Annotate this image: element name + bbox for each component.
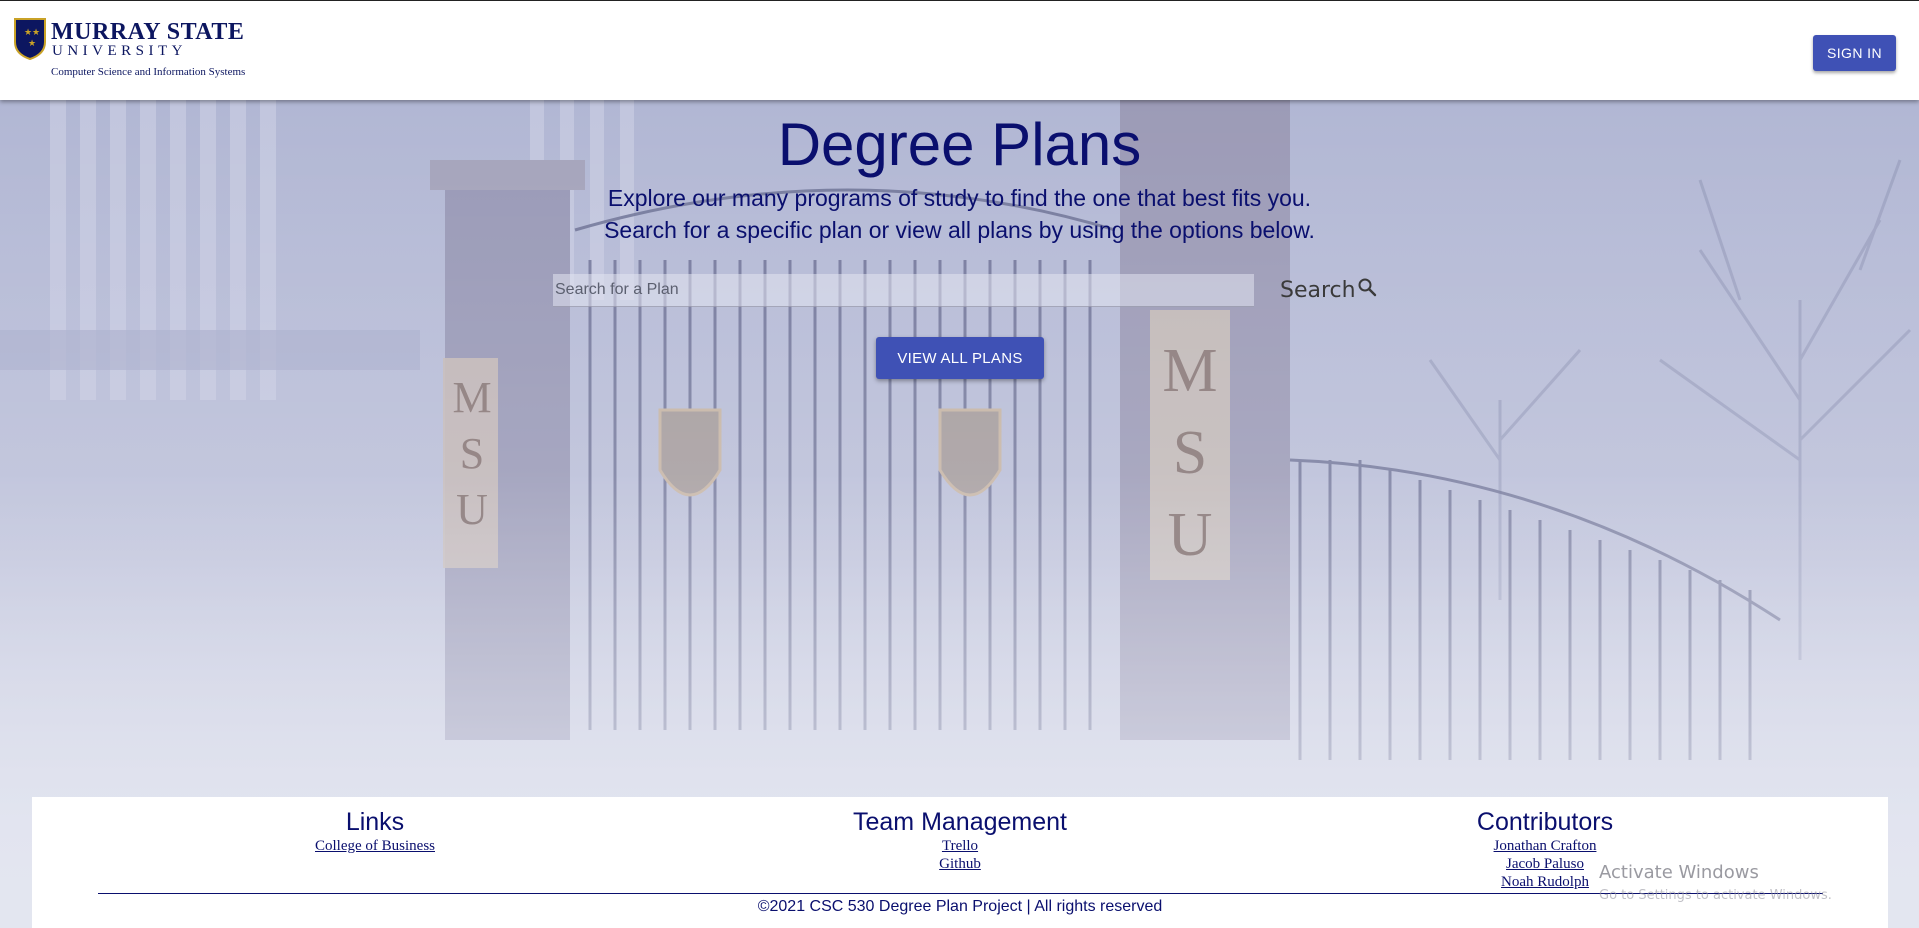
link-college-of-business[interactable]: College of Business	[225, 837, 525, 855]
top-app-bar: ★ ★ ★ MURRAY STATE UNIVERSITY Computer S…	[0, 0, 1919, 100]
page-title: Degree Plans	[777, 111, 1142, 178]
footer-team-heading: Team Management	[852, 808, 1067, 836]
footer-contributors-column: Contributors Jonathan Crafton Jacob Palu…	[1395, 807, 1695, 891]
link-contributor-jonathan-crafton[interactable]: Jonathan Crafton	[1395, 837, 1695, 855]
search-icon	[1358, 278, 1376, 297]
sign-in-button[interactable]: SIGN IN	[1813, 35, 1896, 71]
search-button[interactable]: Search	[1280, 272, 1380, 308]
banner-letter: M	[1162, 337, 1218, 405]
footer-links-column: Links College of Business	[225, 807, 525, 855]
footer-contributors-heading: Contributors	[1476, 808, 1614, 836]
pillar-banner-left: M S U	[447, 370, 497, 538]
banner-letter: U	[1167, 501, 1213, 569]
footer: Links College of Business Team Managemen…	[32, 797, 1888, 928]
pillar-banner-right: M S U	[1150, 330, 1230, 576]
logo-department: Computer Science and Information Systems	[51, 66, 246, 78]
link-contributor-jacob-paluso[interactable]: Jacob Paluso	[1395, 855, 1695, 873]
footer-divider	[98, 893, 1823, 894]
shield-logo-icon: ★ ★ ★	[14, 18, 46, 60]
svg-text:★: ★	[28, 39, 36, 49]
search-plan-input[interactable]	[553, 274, 1254, 307]
hero-description-line-1: Explore our many programs of study to fi…	[607, 185, 1312, 211]
link-trello[interactable]: Trello	[810, 837, 1110, 855]
hero-description-line-2: Search for a specific plan or view all p…	[604, 217, 1315, 243]
logo-subtitle: UNIVERSITY	[52, 43, 187, 59]
link-contributor-noah-rudolph[interactable]: Noah Rudolph	[1395, 873, 1695, 891]
university-logo[interactable]: ★ ★ ★ MURRAY STATE UNIVERSITY Computer S…	[14, 18, 304, 84]
banner-letter: U	[456, 485, 488, 534]
banner-letter: M	[452, 373, 492, 422]
svg-text:★: ★	[32, 28, 40, 38]
copyright-text: ©2021 CSC 530 Degree Plan Project | All …	[757, 898, 1163, 915]
search-button-label: Search	[1280, 277, 1356, 303]
svg-text:★: ★	[24, 28, 32, 38]
page: M S U M S U ★ ★ ★ MURRAY STATE UNIVERSIT…	[0, 0, 1919, 928]
banner-letter: S	[1172, 419, 1208, 487]
link-github[interactable]: Github	[810, 855, 1110, 873]
banner-letter: S	[459, 429, 485, 478]
footer-links-heading: Links	[345, 808, 405, 836]
view-all-plans-button[interactable]: VIEW ALL PLANS	[876, 337, 1044, 379]
footer-team-column: Team Management Trello Github	[810, 807, 1110, 873]
